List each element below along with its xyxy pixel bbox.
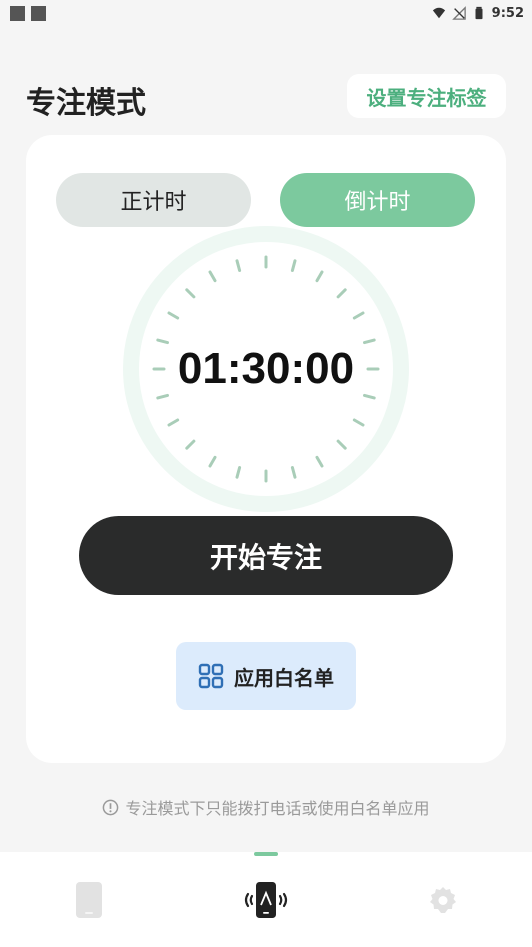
bottom-nav bbox=[0, 852, 532, 947]
nav-item-phone[interactable] bbox=[0, 852, 177, 947]
notification-square-icon bbox=[10, 5, 25, 21]
timer-display: 01:30:00 bbox=[177, 344, 355, 393]
count-up-tab[interactable]: 正计时 bbox=[56, 173, 251, 227]
header: 专注模式 设置专注标签 bbox=[0, 72, 532, 121]
no-signal-icon bbox=[451, 6, 466, 20]
info-icon bbox=[103, 799, 119, 815]
page-title: 专注模式 bbox=[26, 86, 146, 121]
hint-text: 专注模式下只能拨打电话或使用白名单应用 bbox=[125, 799, 430, 818]
focus-card: 正计时 倒计时 01:30:00 开始专注 应用白名单 bbox=[26, 135, 506, 763]
focus-hint: 专注模式下只能拨打电话或使用白名单应用 bbox=[0, 795, 532, 819]
gear-icon bbox=[429, 886, 456, 913]
start-focus-button[interactable]: 开始专注 bbox=[79, 516, 453, 595]
whitelist-label: 应用白名单 bbox=[234, 665, 334, 690]
nav-item-focus[interactable] bbox=[177, 852, 354, 947]
set-focus-tag-button[interactable]: 设置专注标签 bbox=[347, 74, 506, 118]
battery-icon bbox=[475, 6, 483, 20]
phone-icon bbox=[75, 881, 102, 918]
wifi-icon bbox=[432, 7, 445, 19]
nav-item-settings[interactable] bbox=[354, 852, 531, 947]
count-down-tab[interactable]: 倒计时 bbox=[280, 173, 475, 227]
notification-icons bbox=[10, 5, 46, 21]
grid-icon bbox=[198, 663, 224, 689]
app-whitelist-button[interactable]: 应用白名单 bbox=[176, 642, 356, 710]
status-bar: 9:52 bbox=[0, 0, 532, 26]
focus-phone-icon bbox=[244, 881, 287, 918]
status-time: 9:52 bbox=[491, 5, 524, 21]
notification-square-icon bbox=[31, 5, 46, 21]
